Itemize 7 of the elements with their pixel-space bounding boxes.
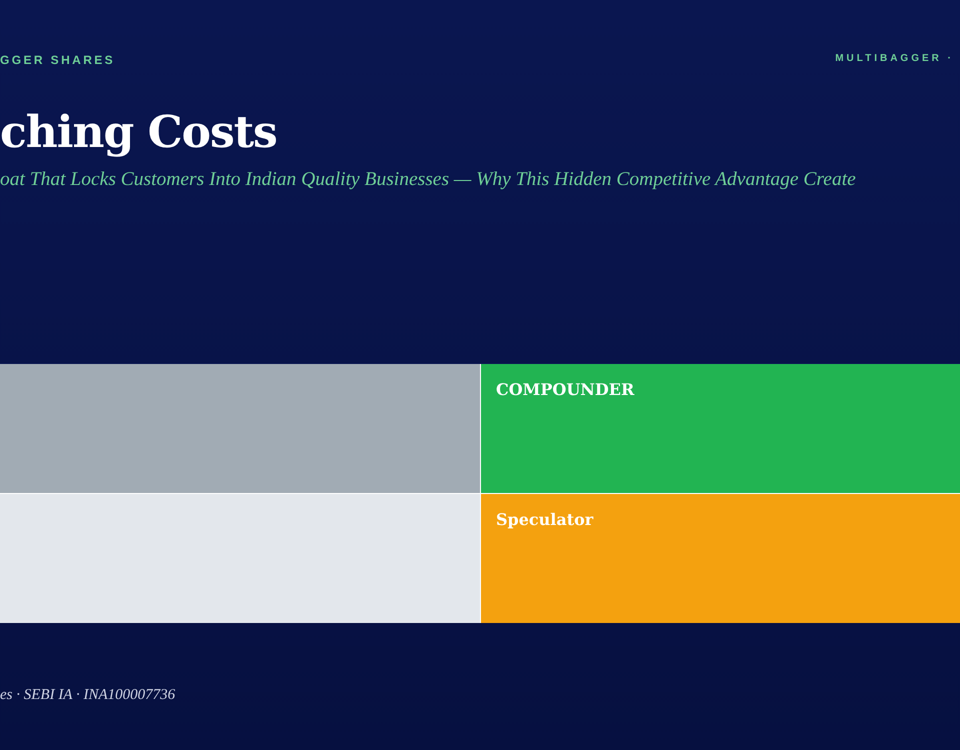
slide-title: ching Costs <box>0 106 278 160</box>
series-tag: MULTIBAGGER · <box>835 53 960 67</box>
quadrant-label: COMPOUNDER <box>496 380 634 399</box>
footer-text: es · SEBI IA · INA100007736 <box>0 687 176 704</box>
brand-name: GGER SHARES <box>0 53 116 67</box>
quadrant-label: Speculator <box>496 510 594 529</box>
slide-subtitle: oat That Locks Customers Into Indian Quality Businesses — Why This Hidden Competitive Advantage Create <box>0 169 857 191</box>
